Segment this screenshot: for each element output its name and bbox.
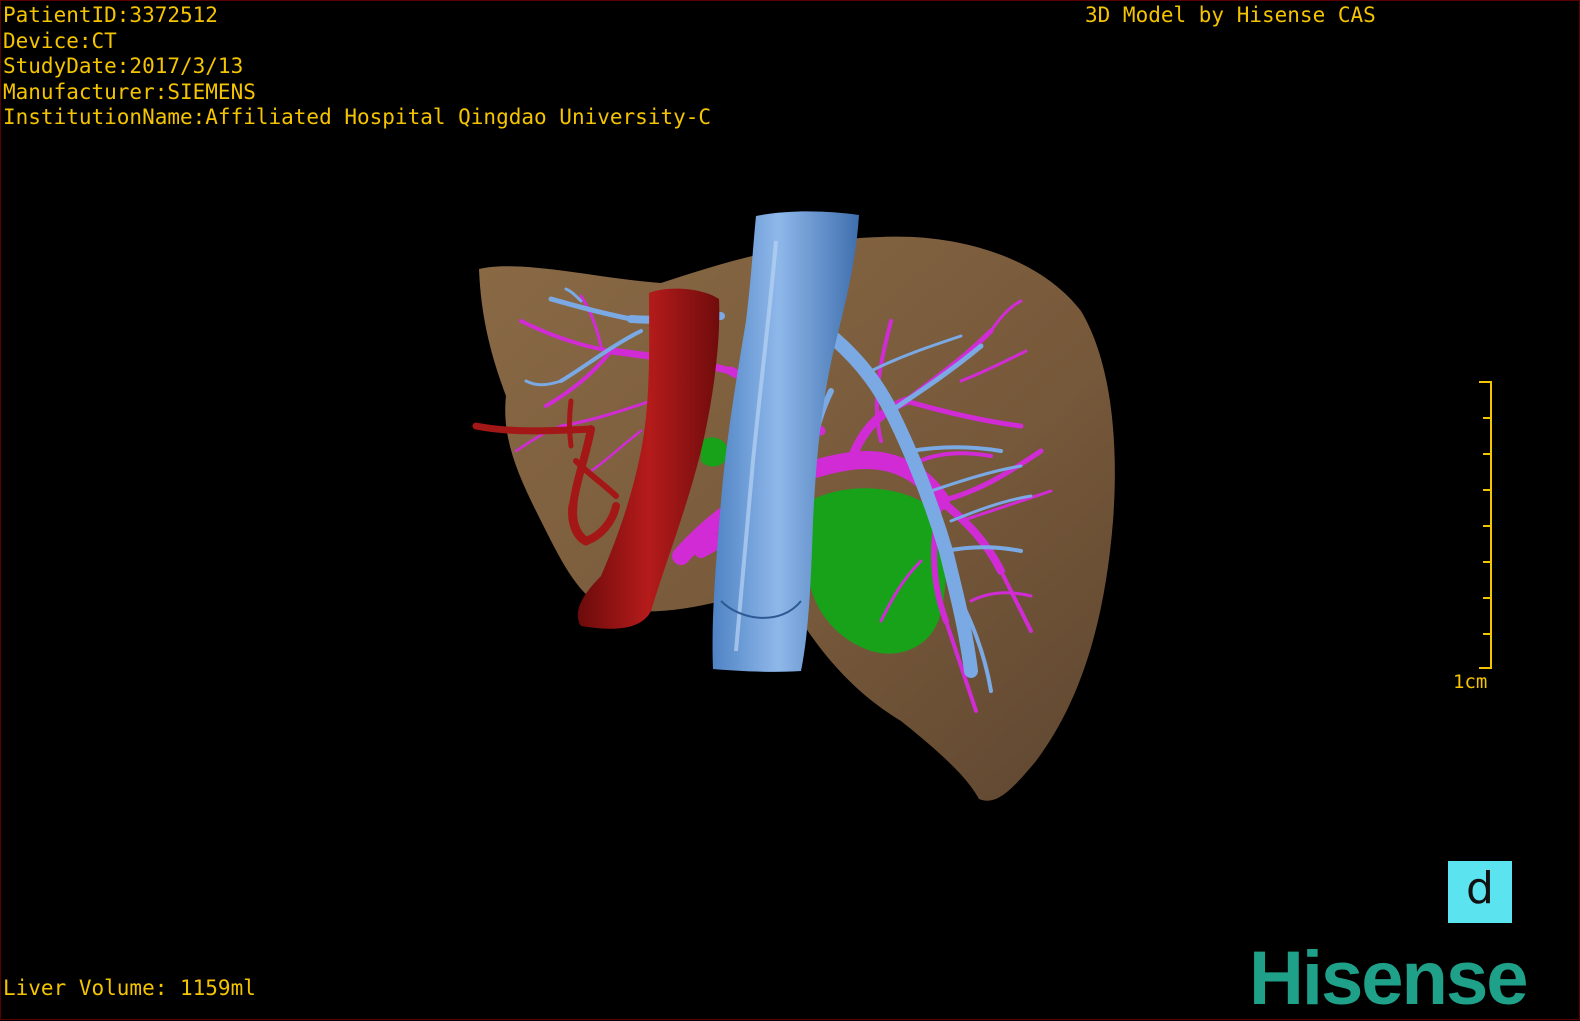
scale-label: 1cm [1453,671,1488,693]
3d-viewport[interactable]: PatientID:3372512 Device:CT StudyDate:2017… [0,0,1580,1020]
liver-volume: Liver Volume: 1159ml [3,976,256,1000]
scale-bar [1479,381,1492,669]
liver-3d-model[interactable] [1,1,1580,1021]
hisense-logo-icon: Hisense [1249,936,1528,1021]
orientation-cube-icon[interactable]: d [1448,861,1512,923]
